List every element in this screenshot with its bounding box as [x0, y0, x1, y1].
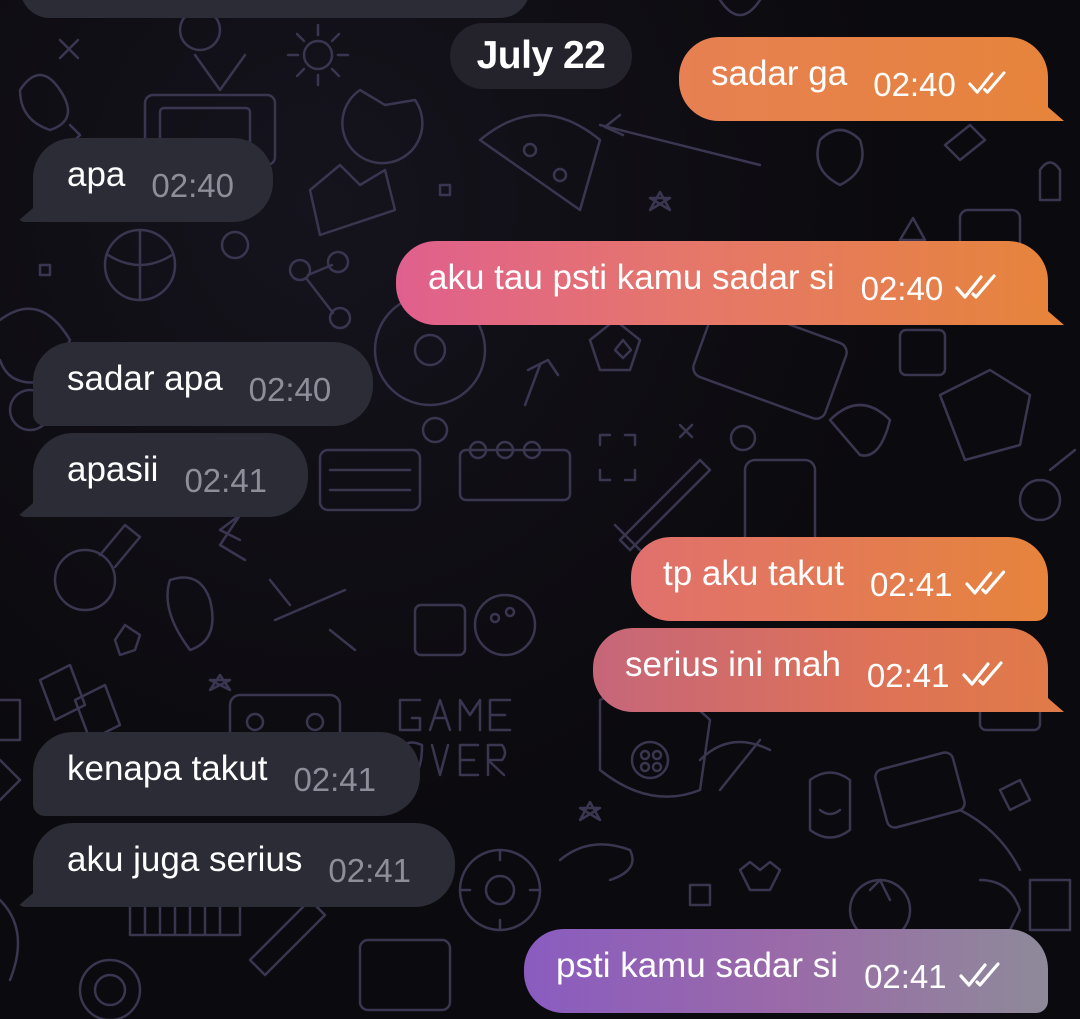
message-bubble-outgoing[interactable]: aku tau psti kamu sadar si 02:40 [396, 241, 1048, 325]
message-time: 02:41 [864, 958, 947, 995]
double-check-icon [955, 274, 996, 299]
message-bubble-outgoing[interactable]: tp aku takut 02:41 [631, 537, 1048, 621]
message-text: kenapa takut [67, 749, 268, 788]
message-text: serius ini mah [625, 645, 841, 684]
message-text: sadar ga [711, 54, 848, 93]
message-bubble-incoming[interactable]: sadar apa 02:40 [33, 342, 373, 426]
message-time: 02:40 [151, 167, 234, 204]
message-text: aku tau psti kamu sadar si [428, 258, 835, 297]
date-separator: July 22 [450, 23, 632, 89]
double-check-icon [964, 570, 1005, 595]
message-time: 02:40 [248, 371, 332, 408]
message-bubble-incoming-partial[interactable] [20, 0, 530, 18]
message-time: 02:41 [328, 852, 412, 889]
message-time: 02:41 [866, 657, 950, 694]
double-check-icon [968, 71, 1006, 94]
message-time: 02:41 [293, 761, 377, 798]
message-bubble-outgoing[interactable]: psti kamu sadar si 02:41 [524, 929, 1048, 1013]
message-time: 02:41 [184, 462, 268, 499]
message-time: 02:40 [860, 270, 944, 307]
message-time: 02:41 [869, 566, 953, 603]
message-text: apasii [67, 450, 159, 489]
message-text: tp aku takut [663, 554, 844, 593]
message-bubble-outgoing[interactable]: serius ini mah 02:41 [593, 628, 1048, 712]
message-bubble-outgoing[interactable]: sadar ga 02:40 [679, 37, 1048, 121]
message-text: psti kamu sadar si [556, 946, 839, 985]
message-bubble-incoming[interactable]: aku juga serius 02:41 [33, 823, 455, 907]
message-bubble-incoming[interactable]: apasii 02:41 [33, 433, 308, 517]
double-check-icon [959, 962, 1000, 987]
message-text: aku juga serius [67, 840, 303, 879]
message-bubble-incoming[interactable]: apa 02:40 [33, 138, 273, 222]
message-time: 02:40 [873, 66, 956, 103]
message-text: apa [67, 155, 126, 194]
message-bubble-incoming[interactable]: kenapa takut 02:41 [33, 732, 420, 816]
double-check-icon [961, 661, 1003, 686]
date-label: July 22 [476, 34, 606, 77]
message-text: sadar apa [67, 359, 223, 398]
